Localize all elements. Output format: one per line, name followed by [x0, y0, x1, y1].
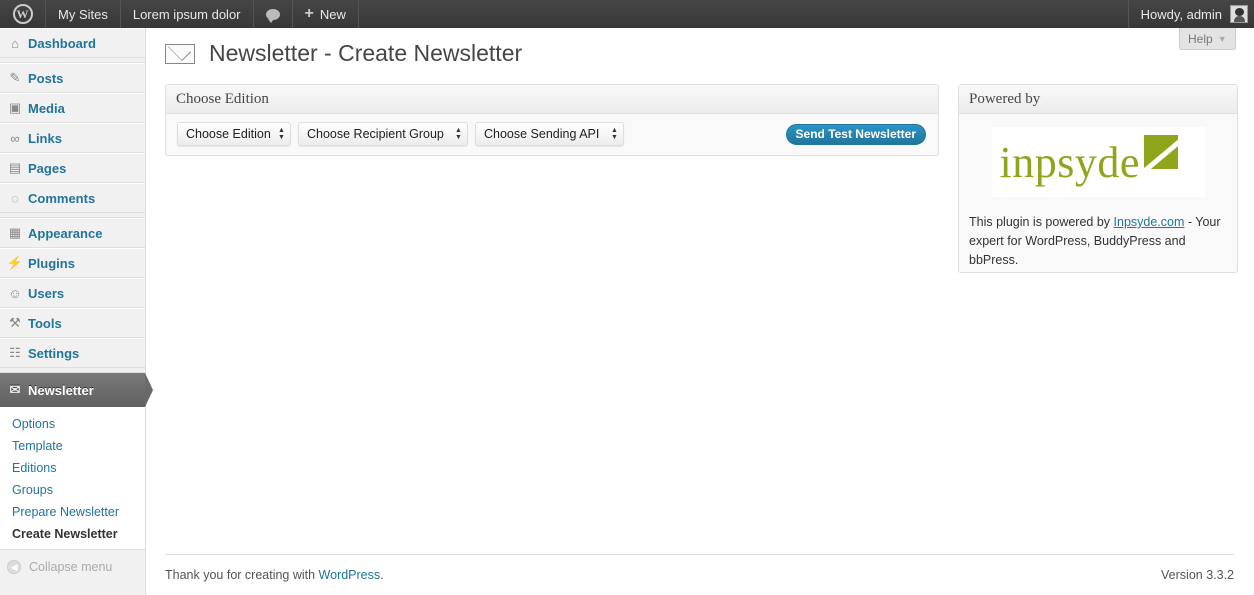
powered-by-box-title: Powered by [959, 85, 1237, 114]
comments-button[interactable] [254, 0, 293, 28]
inpsyde-link[interactable]: Inpsyde.com [1114, 215, 1185, 229]
help-label: Help [1188, 31, 1213, 46]
inpsyde-logo-mark-icon [1143, 135, 1178, 169]
sidebar-item-media[interactable]: ▣ Media [0, 93, 145, 123]
newsletter-submenu: Options Template Editions Groups Prepare… [0, 407, 145, 550]
chevron-down-icon: ▼ [1217, 33, 1227, 44]
collapse-menu-button[interactable]: ◀ Collapse menu [0, 550, 145, 574]
sidebar-item-label: Dashboard [28, 35, 96, 51]
submenu-item-editions[interactable]: Editions [0, 457, 145, 479]
powered-by-description: This plugin is powered by Inpsyde.com - … [959, 197, 1237, 270]
sidebar-item-links[interactable]: ∞ Links [0, 123, 145, 153]
users-icon: ☺ [8, 285, 22, 301]
plug-icon: ⚡ [6, 255, 24, 270]
account-menu[interactable]: Howdy, admin [1127, 0, 1254, 28]
edition-controls: Choose Edition ▲ ▼ Choose Recipient Group… [166, 114, 938, 154]
inpsyde-logo-text: inpsyde [999, 137, 1140, 187]
sidebar-item-label: Appearance [28, 225, 103, 241]
sidebar-item-newsletter[interactable]: ✉ Newsletter [0, 373, 153, 407]
choose-edition-box-title: Choose Edition [166, 85, 938, 114]
admin-bar: W My Sites Lorem ipsum dolor + New Howdy… [0, 0, 1254, 28]
pin-icon: ✎ [9, 70, 21, 85]
comment-bubble-icon [265, 8, 280, 23]
media-icon: ▣ [8, 100, 22, 115]
settings-icon: ☷ [9, 345, 21, 360]
footer: Thank you for creating with WordPress. V… [165, 554, 1234, 595]
select-arrows-icon: ▲ ▼ [611, 127, 618, 141]
link-icon: ∞ [10, 130, 20, 146]
help-tab-button[interactable]: Help ▼ [1179, 28, 1236, 50]
new-content-button[interactable]: + New [293, 0, 359, 28]
submenu-item-prepare-newsletter[interactable]: Prepare Newsletter [0, 501, 145, 523]
avatar [1230, 5, 1248, 23]
powered-text-before: This plugin is powered by [969, 215, 1114, 229]
new-label: New [319, 6, 346, 22]
wordpress-logo-button[interactable]: W [0, 0, 46, 28]
envelope-icon [165, 43, 195, 64]
sidebar-item-posts[interactable]: ✎ Posts [0, 63, 145, 93]
choose-sending-api-value: Choose Sending API [484, 127, 600, 141]
sidebar-item-label: Media [28, 100, 65, 116]
sidebar-item-pages[interactable]: ▤ Pages [0, 153, 145, 183]
admin-sidebar: ⌂ Dashboard ✎ Posts ▣ Media ∞ Links ▤ Pa… [0, 28, 153, 595]
greeting-text: Howdy, admin [1140, 6, 1222, 22]
sidebar-item-plugins[interactable]: ⚡ Plugins [0, 248, 145, 278]
pages-icon: ▤ [8, 160, 22, 175]
envelope-icon: ✉ [9, 382, 21, 397]
sidebar-item-label: Settings [28, 345, 80, 361]
my-sites-link[interactable]: My Sites [46, 0, 121, 28]
sidebar-item-settings[interactable]: ☷ Settings [0, 338, 145, 368]
wordpress-logo-icon: W [12, 4, 33, 24]
page-header: Newsletter - Create Newsletter [165, 40, 522, 67]
sidebar-item-label: Newsletter [28, 382, 94, 398]
sidebar-item-users[interactable]: ☺ Users [0, 278, 145, 308]
footer-thanks-after: . [380, 568, 384, 582]
select-arrows-icon: ▲ ▼ [455, 127, 462, 141]
sidebar-item-label: Pages [28, 160, 67, 176]
choose-edition-box: Choose Edition Choose Edition ▲ ▼ Choose … [165, 84, 939, 156]
choose-edition-select[interactable]: Choose Edition ▲ ▼ [177, 122, 291, 146]
inpsyde-logo: inpsyde [991, 127, 1205, 197]
send-test-newsletter-button[interactable]: Send Test Newsletter [785, 123, 926, 145]
sidebar-item-comments[interactable]: ◌ Comments [0, 183, 145, 213]
footer-thanks: Thank you for creating with WordPress. [165, 568, 384, 582]
choose-recipient-group-value: Choose Recipient Group [307, 127, 444, 141]
wordpress-link[interactable]: WordPress [319, 568, 381, 582]
collapse-menu-label: Collapse menu [29, 560, 113, 574]
select-arrows-icon: ▲ ▼ [278, 127, 285, 141]
sidebar-item-label: Users [28, 285, 65, 301]
sidebar-item-tools[interactable]: ⚒ Tools [0, 308, 145, 338]
sidebar-item-appearance[interactable]: ▦ Appearance [0, 218, 145, 248]
collapse-arrow-icon: ◀ [7, 560, 21, 574]
sidebar-item-label: Posts [28, 70, 64, 86]
dashboard-icon: ⌂ [11, 35, 19, 51]
footer-thanks-before: Thank you for creating with [165, 568, 319, 582]
tools-icon: ⚒ [9, 315, 21, 330]
powered-by-box: Powered by inpsyde This plugin is powere… [958, 84, 1238, 273]
submenu-item-groups[interactable]: Groups [0, 479, 145, 501]
choose-sending-api-select[interactable]: Choose Sending API ▲ ▼ [475, 122, 624, 146]
site-name-link[interactable]: Lorem ipsum dolor [121, 0, 254, 28]
choose-recipient-group-select[interactable]: Choose Recipient Group ▲ ▼ [298, 122, 468, 146]
appearance-icon: ▦ [8, 225, 22, 240]
submenu-item-create-newsletter[interactable]: Create Newsletter [0, 523, 145, 545]
sidebar-item-label: Comments [28, 190, 96, 206]
sidebar-item-label: Plugins [28, 255, 75, 271]
plus-icon: + [304, 5, 314, 22]
sidebar-item-dashboard[interactable]: ⌂ Dashboard [0, 28, 145, 58]
submenu-item-template[interactable]: Template [0, 435, 145, 457]
choose-edition-value: Choose Edition [186, 127, 271, 141]
comment-icon: ◌ [11, 190, 19, 206]
version-text: Version 3.3.2 [1161, 568, 1234, 582]
sidebar-item-label: Tools [28, 315, 62, 331]
page-title: Newsletter - Create Newsletter [209, 40, 523, 66]
submenu-item-options[interactable]: Options [0, 413, 145, 435]
sidebar-item-label: Links [28, 130, 62, 146]
